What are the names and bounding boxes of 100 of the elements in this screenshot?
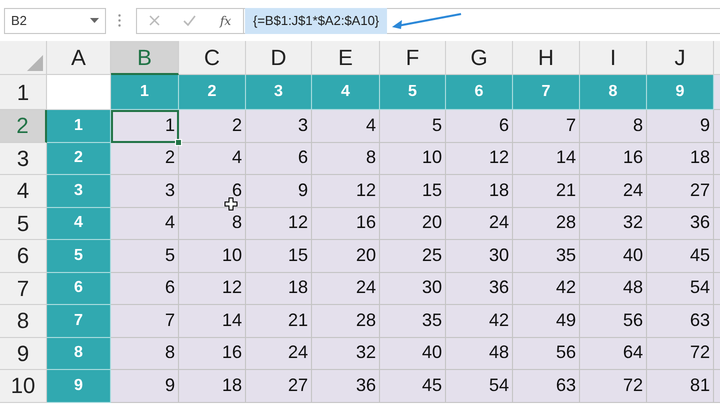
table-cell: 8 [580, 110, 647, 142]
row-header[interactable]: 1 [0, 75, 47, 110]
row-header[interactable]: 4 [0, 175, 47, 208]
table-cell: 45 [380, 370, 446, 402]
table-cell: 4 [111, 208, 179, 240]
table-cell: 12 [179, 272, 246, 305]
table-cell: 18 [446, 175, 513, 208]
table-cell: 7 [47, 305, 111, 338]
table-cell: 16 [179, 338, 246, 370]
cancel-icon[interactable] [148, 15, 160, 26]
table-cell: 36 [647, 208, 714, 240]
table-cell: 7 [111, 305, 179, 338]
cross-cursor-icon [224, 197, 238, 211]
table-cell: 8 [47, 338, 111, 370]
row-header[interactable]: 6 [0, 240, 47, 272]
column-header[interactable]: I [580, 41, 647, 75]
table-cell: 5 [111, 240, 179, 272]
table-cell: 4 [312, 75, 380, 110]
table-cell: 2 [179, 110, 246, 142]
checkmark-icon[interactable] [183, 15, 196, 26]
table-cell: 27 [647, 175, 714, 208]
table-cell: 81 [647, 370, 714, 402]
row-header[interactable]: 5 [0, 208, 47, 240]
arrow-icon [391, 12, 464, 30]
cell-reference: B2 [11, 12, 27, 30]
table-cell: 9 [647, 75, 714, 110]
column-header[interactable]: B [111, 41, 179, 75]
table-cell: 56 [513, 338, 580, 370]
column-header[interactable]: H [513, 41, 580, 75]
fill-handle[interactable] [175, 138, 182, 146]
row-header[interactable]: 8 [0, 305, 47, 338]
table-cell: 6 [246, 142, 312, 175]
row-header[interactable]: 9 [0, 338, 47, 370]
drag-handle-icon[interactable] [118, 14, 121, 27]
table-cell: 36 [312, 370, 380, 402]
table-cell: 63 [513, 370, 580, 402]
table-cell: 8 [111, 338, 179, 370]
table-cell: 10 [380, 142, 446, 175]
table-cell: 2 [47, 142, 111, 175]
insert-function-button[interactable]: fx [220, 12, 232, 30]
table-cell: 1 [47, 110, 111, 142]
formula-bar[interactable]: {=B$1:J$1*$A2:$A10} [245, 8, 388, 34]
column-header[interactable] [714, 41, 720, 75]
table-cell: 48 [580, 272, 647, 305]
table-cell: 3 [111, 175, 179, 208]
select-all-icon[interactable] [27, 55, 43, 71]
table-cell: 32 [312, 338, 380, 370]
table-cell: 6 [111, 272, 179, 305]
table-cell: 10 [179, 240, 246, 272]
table-cell: 35 [513, 240, 580, 272]
column-header[interactable]: F [380, 41, 446, 75]
row-header[interactable]: 10 [0, 370, 47, 402]
table-cell: 14 [179, 305, 246, 338]
table-cell: 54 [446, 370, 513, 402]
table-cell: 24 [312, 272, 380, 305]
table-cell: 3 [246, 110, 312, 142]
row-header[interactable]: 3 [0, 142, 47, 175]
column-header[interactable]: G [446, 41, 513, 75]
table-cell: 45 [647, 240, 714, 272]
table-cell: 16 [312, 208, 380, 240]
table-cell: 35 [380, 305, 446, 338]
table-cell: 6 [47, 272, 111, 305]
dropdown-icon [90, 18, 99, 23]
column-header[interactable]: J [647, 41, 714, 75]
table-cell: 21 [513, 175, 580, 208]
table-cell: 7 [513, 110, 580, 142]
row-header[interactable]: 7 [0, 272, 47, 305]
table-cell: 8 [580, 75, 647, 110]
table-cell: 21 [246, 305, 312, 338]
table-cell: 6 [446, 110, 513, 142]
table-cell: 9 [246, 175, 312, 208]
table-cell: 9 [647, 110, 714, 142]
column-header[interactable]: C [179, 41, 246, 75]
table-cell: 3 [246, 75, 312, 110]
table-cell: 5 [47, 240, 111, 272]
table-cell: 7 [513, 75, 580, 110]
table-cell: 12 [246, 208, 312, 240]
table-cell: 63 [647, 305, 714, 338]
table-cell: 18 [179, 370, 246, 402]
column-header[interactable]: A [47, 41, 111, 75]
table-cell: 54 [647, 272, 714, 305]
table-cell: 28 [312, 305, 380, 338]
column-header[interactable]: D [246, 41, 312, 75]
table-cell: 48 [446, 338, 513, 370]
column-header[interactable]: E [312, 41, 380, 75]
table-cell: 42 [513, 272, 580, 305]
table-cell: 16 [580, 142, 647, 175]
table-cell: 40 [380, 338, 446, 370]
name-box[interactable]: B2 [4, 8, 106, 34]
table-cell: 18 [246, 272, 312, 305]
row-header[interactable]: 2 [0, 110, 47, 142]
table-cell: 12 [312, 175, 380, 208]
table-cell: 49 [513, 305, 580, 338]
table-cell: 40 [580, 240, 647, 272]
table-cell: 56 [580, 305, 647, 338]
table-cell: 2 [111, 142, 179, 175]
table-cell: 8 [179, 208, 246, 240]
table-cell: 1 [111, 75, 179, 110]
table-cell: 14 [513, 142, 580, 175]
table-cell: 8 [312, 142, 380, 175]
